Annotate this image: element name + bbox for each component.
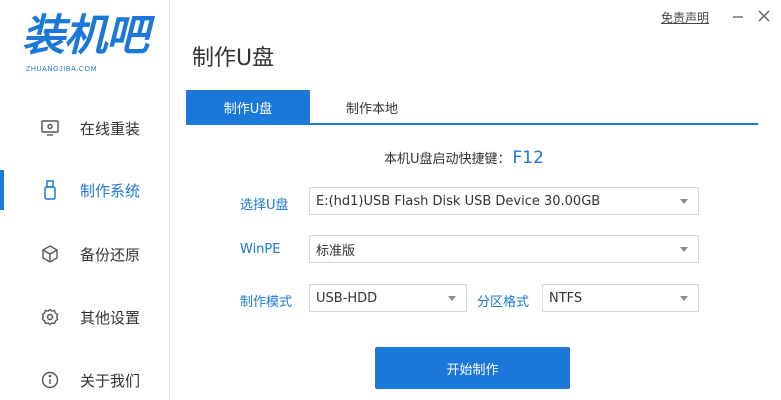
chevron-down-icon — [680, 247, 688, 252]
shortcut-key: F12 — [512, 148, 544, 168]
mode-label: 制作模式 — [240, 295, 293, 310]
start-make-button[interactable]: 开始制作 — [375, 347, 570, 389]
page-title: 制作U盘 — [192, 46, 275, 71]
tab-make-local[interactable]: 制作本地 — [310, 90, 434, 124]
logo-text: 装机吧 — [22, 11, 149, 61]
chevron-down-icon — [680, 199, 688, 204]
sidebar: 装机吧 ZHUANGJIBA.COM 在线重装 制作系统 备份还原 其他设置 关… — [0, 0, 170, 400]
disclaimer-link[interactable]: 免责声明 — [661, 9, 709, 26]
info-icon — [40, 370, 60, 390]
minimize-icon[interactable] — [731, 8, 745, 22]
usb-select-label: 选择U盘 — [240, 198, 289, 213]
usb-drive-icon — [40, 180, 60, 200]
gear-icon — [40, 307, 60, 327]
sidebar-item-label: 在线重装 — [80, 119, 141, 138]
partition-label: 分区格式 — [477, 295, 530, 310]
chevron-down-icon — [680, 296, 688, 301]
shortcut-hint: 本机U盘启动快捷键： F12 — [384, 148, 544, 168]
shortcut-label: 本机U盘启动快捷键： — [384, 152, 511, 167]
winpe-select[interactable]: 标准版 — [309, 235, 699, 263]
winpe-value: 标准版 — [316, 243, 356, 259]
active-indicator — [0, 170, 4, 210]
brand-logo: 装机吧 ZHUANGJIBA.COM — [22, 10, 162, 80]
mode-select[interactable]: USB-HDD — [309, 284, 467, 312]
backup-cube-icon — [40, 244, 60, 264]
tab-make-usb[interactable]: 制作U盘 — [186, 90, 310, 124]
sidebar-item-other-settings[interactable]: 其他设置 — [0, 297, 170, 337]
close-icon[interactable] — [757, 8, 771, 22]
sidebar-item-label: 制作系统 — [80, 181, 141, 200]
sidebar-item-backup-restore[interactable]: 备份还原 — [0, 234, 170, 274]
winpe-label: WinPE — [240, 242, 281, 257]
logo-subtext: ZHUANGJIBA.COM — [26, 66, 98, 73]
chevron-down-icon — [448, 296, 456, 301]
sidebar-item-label: 其他设置 — [80, 308, 141, 327]
sidebar-item-make-system[interactable]: 制作系统 — [0, 170, 170, 210]
mode-value: USB-HDD — [316, 290, 378, 306]
partition-select[interactable]: NTFS — [542, 284, 699, 312]
sidebar-item-label: 关于我们 — [80, 371, 141, 390]
window-topbar: 免责声明 — [641, 0, 781, 30]
sidebar-item-online-reinstall[interactable]: 在线重装 — [0, 108, 170, 148]
tab-bar: 制作U盘 制作本地 — [186, 90, 758, 125]
partition-value: NTFS — [549, 290, 583, 306]
sidebar-item-about-us[interactable]: 关于我们 — [0, 360, 170, 400]
usb-device-value: E:(hd1)USB Flash Disk USB Device 30.00GB — [316, 193, 601, 209]
usb-device-select[interactable]: E:(hd1)USB Flash Disk USB Device 30.00GB — [309, 187, 699, 215]
monitor-icon — [40, 118, 60, 138]
sidebar-item-label: 备份还原 — [80, 245, 141, 264]
